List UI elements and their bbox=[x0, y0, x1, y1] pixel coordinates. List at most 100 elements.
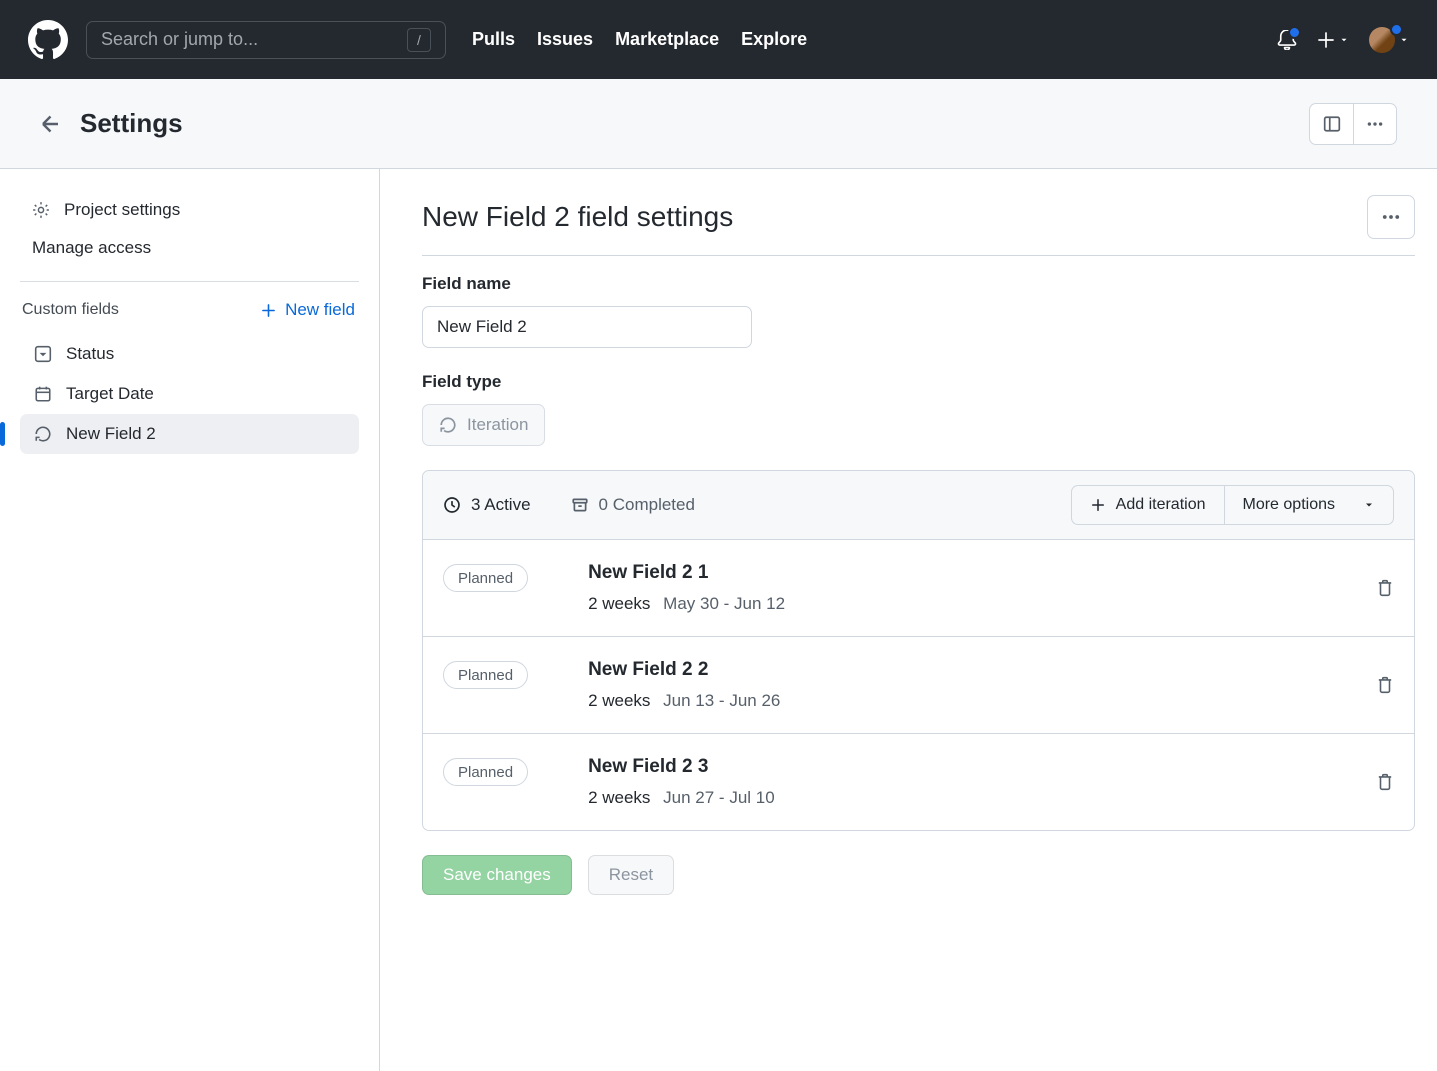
iteration-row: Planned New Field 2 3 2 weeks Jun 27 - J… bbox=[423, 734, 1414, 830]
iteration-icon bbox=[34, 425, 52, 443]
iteration-meta: 2 weeks May 30 - Jun 12 bbox=[588, 594, 1316, 614]
trash-icon bbox=[1376, 676, 1394, 694]
field-item-target-date[interactable]: Target Date bbox=[20, 374, 359, 414]
field-type-label: Field type bbox=[422, 372, 1415, 392]
active-count-label: 3 Active bbox=[471, 495, 531, 515]
form-actions: Save changes Reset bbox=[422, 855, 1415, 895]
field-more-menu-button[interactable] bbox=[1367, 195, 1415, 239]
gear-icon bbox=[32, 201, 50, 219]
settings-sidebar: Project settings Manage access Custom fi… bbox=[0, 169, 380, 1071]
iteration-dates: May 30 - Jun 12 bbox=[663, 594, 785, 613]
field-type-display: Iteration bbox=[422, 404, 545, 446]
field-name-input[interactable] bbox=[422, 306, 752, 348]
iteration-status-badge: Planned bbox=[443, 758, 528, 786]
add-iteration-label: Add iteration bbox=[1116, 496, 1206, 514]
iterations-panel: 3 Active 0 Completed Add iteration More … bbox=[422, 470, 1415, 831]
notifications-button[interactable] bbox=[1277, 30, 1297, 50]
iteration-actions: Add iteration More options bbox=[1071, 485, 1394, 525]
iteration-status-badge: Planned bbox=[443, 661, 528, 689]
sidebar-item-manage-access[interactable]: Manage access bbox=[20, 229, 359, 267]
iteration-info: New Field 2 2 2 weeks Jun 13 - Jun 26 bbox=[588, 659, 1316, 711]
trash-icon bbox=[1376, 579, 1394, 597]
more-options-label: More options bbox=[1243, 496, 1336, 514]
field-item-status[interactable]: Status bbox=[20, 334, 359, 374]
iteration-info: New Field 2 1 2 weeks May 30 - Jun 12 bbox=[588, 562, 1316, 614]
iteration-name: New Field 2 3 bbox=[588, 756, 1316, 778]
sidebar-divider bbox=[20, 281, 359, 282]
more-options-button[interactable]: More options bbox=[1225, 485, 1395, 525]
more-menu-button[interactable] bbox=[1353, 103, 1397, 145]
nav-link-pulls[interactable]: Pulls bbox=[472, 29, 515, 50]
back-button[interactable] bbox=[40, 112, 64, 136]
sidebar-item-project-settings[interactable]: Project settings bbox=[20, 191, 359, 229]
panel-toggle-button[interactable] bbox=[1309, 103, 1353, 145]
trash-icon bbox=[1376, 773, 1394, 791]
iteration-duration: 2 weeks bbox=[588, 594, 650, 613]
sidebar-item-label: Project settings bbox=[64, 200, 180, 220]
iteration-duration: 2 weeks bbox=[588, 691, 650, 710]
sidebar-item-label: Manage access bbox=[32, 238, 151, 258]
content-title: New Field 2 field settings bbox=[422, 201, 733, 233]
new-field-button[interactable]: New field bbox=[260, 300, 355, 320]
iteration-status-badge: Planned bbox=[443, 564, 528, 592]
field-item-label: Target Date bbox=[66, 384, 154, 404]
archive-icon bbox=[571, 496, 589, 514]
delete-iteration-button[interactable] bbox=[1376, 773, 1394, 791]
search-box[interactable]: / bbox=[86, 21, 446, 59]
completed-iterations-tab[interactable]: 0 Completed bbox=[571, 495, 695, 515]
calendar-icon bbox=[34, 385, 52, 403]
top-nav: / Pulls Issues Marketplace Explore bbox=[0, 0, 1437, 79]
plus-icon bbox=[1317, 31, 1335, 49]
new-field-label: New field bbox=[285, 300, 355, 320]
field-item-new-field-2[interactable]: New Field 2 bbox=[20, 414, 359, 454]
iteration-info: New Field 2 3 2 weeks Jun 27 - Jul 10 bbox=[588, 756, 1316, 808]
header-actions bbox=[1309, 103, 1397, 145]
panel-icon bbox=[1323, 115, 1341, 133]
nav-link-marketplace[interactable]: Marketplace bbox=[615, 29, 719, 50]
iteration-dates: Jun 27 - Jul 10 bbox=[663, 788, 775, 807]
delete-iteration-button[interactable] bbox=[1376, 676, 1394, 694]
page-title: Settings bbox=[80, 108, 183, 139]
delete-iteration-button[interactable] bbox=[1376, 579, 1394, 597]
main-layout: Project settings Manage access Custom fi… bbox=[0, 169, 1437, 1071]
caret-down-icon bbox=[1363, 499, 1375, 511]
top-nav-right bbox=[1277, 27, 1409, 53]
avatar-status-dot-icon bbox=[1390, 23, 1403, 36]
caret-down-icon bbox=[1339, 35, 1349, 45]
notification-dot-icon bbox=[1288, 26, 1301, 39]
clock-icon bbox=[443, 496, 461, 514]
add-iteration-button[interactable]: Add iteration bbox=[1071, 485, 1225, 525]
iteration-duration: 2 weeks bbox=[588, 788, 650, 807]
top-nav-links: Pulls Issues Marketplace Explore bbox=[472, 29, 807, 50]
settings-header: Settings bbox=[0, 79, 1437, 169]
active-iterations-tab[interactable]: 3 Active bbox=[443, 495, 531, 515]
completed-count-label: 0 Completed bbox=[599, 495, 695, 515]
field-name-group: Field name bbox=[422, 274, 1415, 348]
sidebar-section-header: Custom fields New field bbox=[20, 300, 359, 334]
github-logo-icon[interactable] bbox=[28, 20, 68, 60]
caret-down-icon bbox=[1399, 35, 1409, 45]
save-button[interactable]: Save changes bbox=[422, 855, 572, 895]
field-type-value: Iteration bbox=[467, 415, 528, 435]
arrow-left-icon bbox=[40, 112, 64, 136]
iterations-header: 3 Active 0 Completed Add iteration More … bbox=[423, 471, 1414, 540]
nav-link-issues[interactable]: Issues bbox=[537, 29, 593, 50]
field-name-label: Field name bbox=[422, 274, 1415, 294]
content-header: New Field 2 field settings bbox=[422, 195, 1415, 256]
plus-icon bbox=[260, 302, 277, 319]
iteration-name: New Field 2 2 bbox=[588, 659, 1316, 681]
iteration-dates: Jun 13 - Jun 26 bbox=[663, 691, 780, 710]
iteration-meta: 2 weeks Jun 13 - Jun 26 bbox=[588, 691, 1316, 711]
settings-content: New Field 2 field settings Field name Fi… bbox=[380, 169, 1437, 1071]
single-select-icon bbox=[34, 345, 52, 363]
user-menu[interactable] bbox=[1369, 27, 1409, 53]
nav-link-explore[interactable]: Explore bbox=[741, 29, 807, 50]
field-type-group: Field type Iteration bbox=[422, 372, 1415, 446]
sidebar-section-title: Custom fields bbox=[22, 301, 119, 319]
iteration-icon bbox=[439, 416, 457, 434]
reset-button[interactable]: Reset bbox=[588, 855, 674, 895]
field-item-label: Status bbox=[66, 344, 114, 364]
kebab-horizontal-icon bbox=[1381, 207, 1401, 227]
create-new-dropdown[interactable] bbox=[1317, 31, 1349, 49]
search-input[interactable] bbox=[101, 29, 407, 50]
